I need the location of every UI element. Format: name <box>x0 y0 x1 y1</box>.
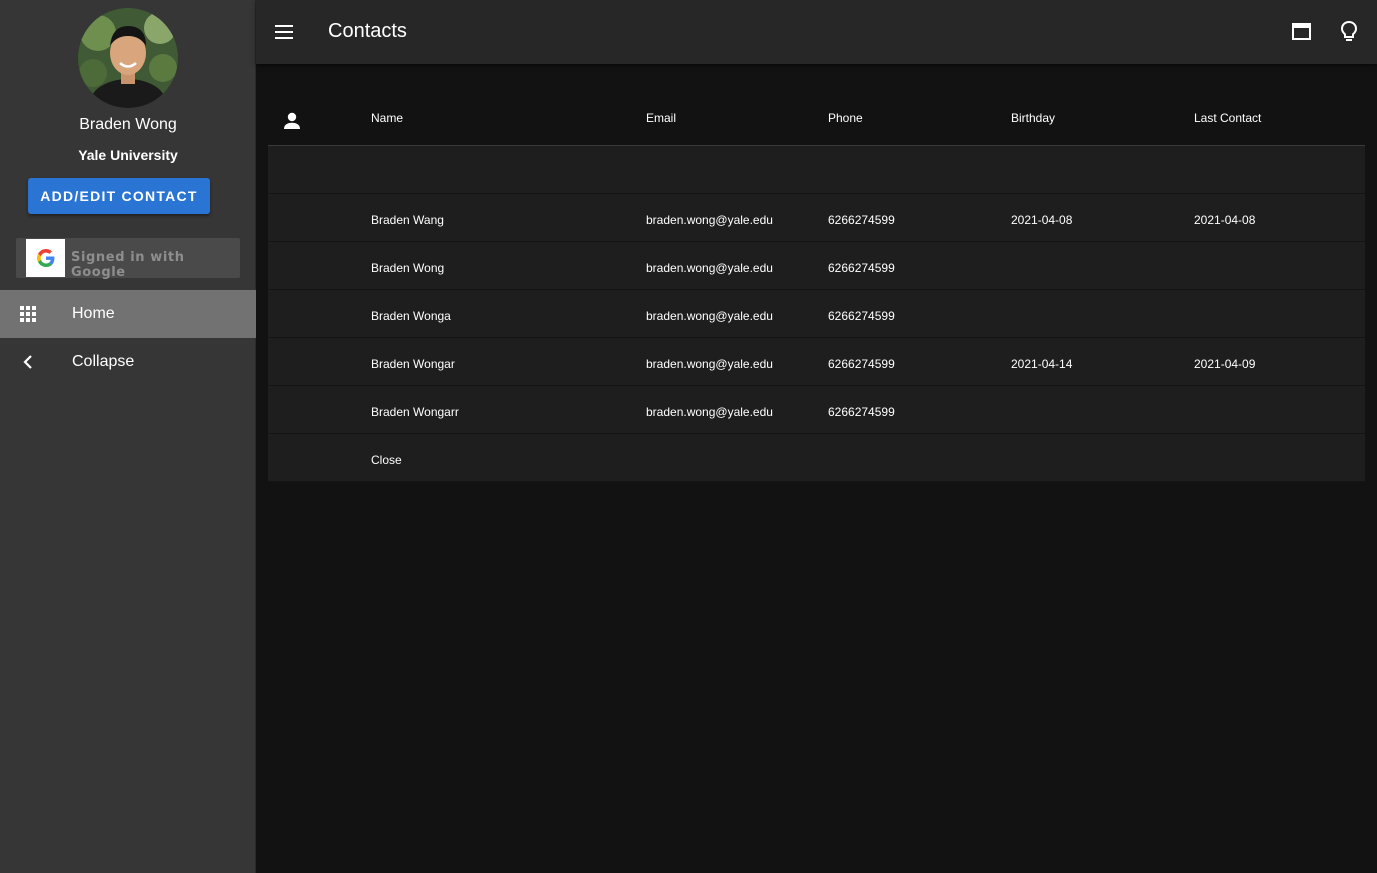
cell-email: braden.wong@yale.edu <box>646 213 773 227</box>
cell-email: braden.wong@yale.edu <box>646 261 773 275</box>
table-row[interactable]: Braden Wong braden.wong@yale.edu 6266274… <box>268 242 1365 290</box>
google-signin-label: Signed in with Google <box>71 250 185 280</box>
cell-email: braden.wong@yale.edu <box>646 405 773 419</box>
table-row[interactable]: Braden Wongarr braden.wong@yale.edu 6266… <box>268 386 1365 434</box>
cell-email: braden.wong@yale.edu <box>646 357 773 371</box>
profile-school: Yale University <box>78 147 178 163</box>
cell-birthday: 2021-04-08 <box>1011 213 1073 227</box>
nav-item-home[interactable]: Home <box>0 290 256 338</box>
cell-email: braden.wong@yale.edu <box>646 309 773 323</box>
contacts-table: Name Email Phone Birthday Last Contact B… <box>268 97 1365 482</box>
cell-phone: 6266274599 <box>828 213 895 227</box>
nav-item-label: Home <box>72 305 115 322</box>
table-row[interactable]: Braden Wongar braden.wong@yale.edu 62662… <box>268 338 1365 386</box>
cell-name: Braden Wong <box>371 261 445 275</box>
column-header-phone[interactable]: Phone <box>828 111 863 125</box>
cell-name: Braden Wonga <box>371 309 451 323</box>
cell-phone: 6266274599 <box>828 261 895 275</box>
person-icon <box>282 111 302 131</box>
avatar <box>78 8 178 108</box>
menu-icon[interactable] <box>274 22 294 42</box>
cell-name: Braden Wongar <box>371 357 455 371</box>
cell-last-contact: 2021-04-08 <box>1194 213 1256 227</box>
cell-phone: 6266274599 <box>828 309 895 323</box>
sidebar: Braden Wong Yale University ADD/EDIT CON… <box>0 0 256 873</box>
column-header-last-contact[interactable]: Last Contact <box>1194 111 1261 125</box>
column-header-email[interactable]: Email <box>646 111 676 125</box>
cell-name: Braden Wang <box>371 213 444 227</box>
page-title: Contacts <box>328 20 407 42</box>
table-row-empty <box>268 146 1365 194</box>
nav-item-collapse[interactable]: Collapse <box>0 338 256 386</box>
cell-phone: 6266274599 <box>828 357 895 371</box>
add-edit-contact-button[interactable]: ADD/EDIT CONTACT <box>28 178 210 214</box>
cell-last-contact: 2021-04-09 <box>1194 357 1256 371</box>
cell-birthday: 2021-04-14 <box>1011 357 1073 371</box>
close-button[interactable]: Close <box>371 453 402 467</box>
chevron-left-icon <box>18 352 38 372</box>
nav-item-label: Collapse <box>72 353 135 370</box>
profile-name: Braden Wong <box>79 116 177 133</box>
google-signin-button[interactable]: Signed in with Google <box>16 238 240 280</box>
google-logo-icon <box>26 239 65 277</box>
table-row[interactable]: Braden Wonga braden.wong@yale.edu 626627… <box>268 290 1365 338</box>
table-header: Name Email Phone Birthday Last Contact <box>268 97 1365 146</box>
table-row-close: Close <box>268 434 1365 482</box>
column-header-birthday[interactable]: Birthday <box>1011 111 1055 125</box>
window-icon[interactable] <box>1292 22 1311 41</box>
column-header-name[interactable]: Name <box>371 111 403 125</box>
apps-grid-icon <box>18 304 38 324</box>
app-bar: Contacts <box>256 0 1377 64</box>
lightbulb-icon[interactable] <box>1339 20 1359 44</box>
cell-name: Braden Wongarr <box>371 405 459 419</box>
cell-phone: 6266274599 <box>828 405 895 419</box>
table-row[interactable]: Braden Wang braden.wong@yale.edu 6266274… <box>268 194 1365 242</box>
